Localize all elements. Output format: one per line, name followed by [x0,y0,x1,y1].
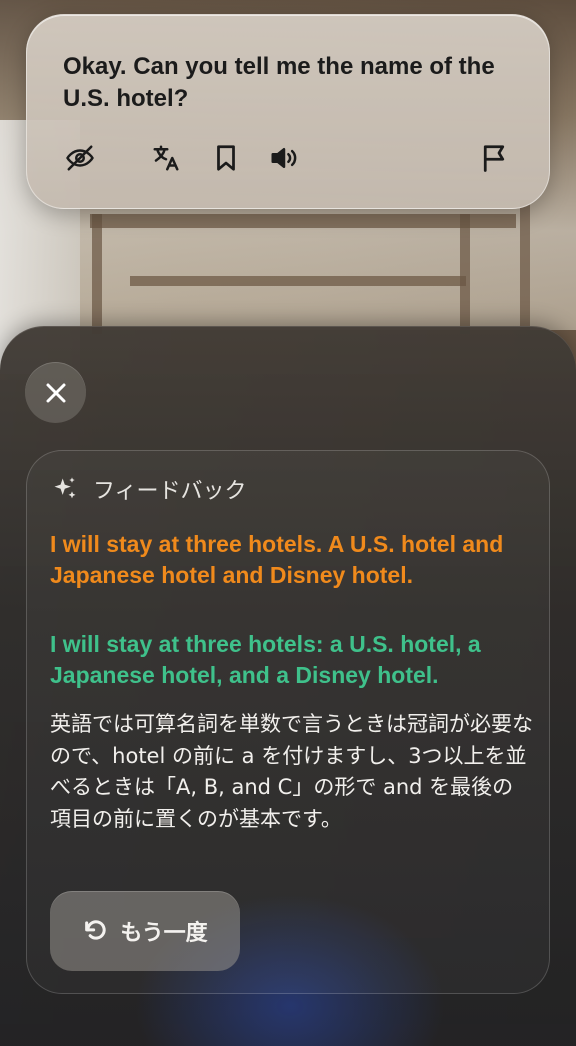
close-icon [46,383,65,402]
feedback-card: フィードバック I will stay at three hotels. A U… [26,450,550,994]
speaker-icon[interactable] [267,141,301,175]
explanation-text: 英語では可算名詞を単数で言うときは冠詞が必要なので、hotel の前に a を付… [50,712,533,831]
feedback-sheet: フィードバック I will stay at three hotels. A U… [0,326,576,1046]
bookmark-icon[interactable] [209,141,243,175]
feedback-title: フィードバック [93,479,247,504]
sparkles-icon [54,477,76,499]
retry-label: もう一度 [120,921,208,946]
original-sentence: I will stay at three hotels. A U.S. hote… [50,531,504,588]
feedback-header: フィードバック [51,473,247,505]
retry-icon [85,920,106,940]
flag-icon[interactable] [477,141,511,175]
close-button[interactable] [25,362,86,423]
prompt-actions [63,141,511,175]
translate-icon[interactable] [149,141,183,175]
prompt-text: Okay. Can you tell me the name of the U.… [63,53,495,112]
corrected-sentence: I will stay at three hotels: a U.S. hote… [50,631,481,688]
hide-icon[interactable] [63,141,97,175]
retry-button[interactable]: もう一度 [50,891,240,971]
prompt-card: Okay. Can you tell me the name of the U.… [26,14,550,209]
